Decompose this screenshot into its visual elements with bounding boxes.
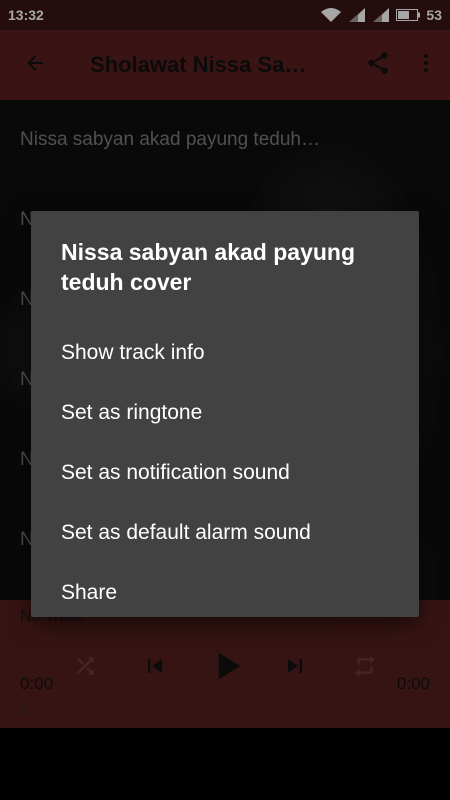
menu-item-set-notification-sound[interactable]: Set as notification sound [31, 443, 419, 503]
context-menu-dialog: Nissa sabyan akad payung teduh cover Sho… [31, 211, 419, 617]
menu-item-set-alarm-sound[interactable]: Set as default alarm sound [31, 503, 419, 563]
dialog-title: Nissa sabyan akad payung teduh cover [61, 239, 356, 295]
menu-item-set-ringtone[interactable]: Set as ringtone [31, 383, 419, 443]
menu-item-share[interactable]: Share [31, 563, 419, 623]
menu-item-show-track-info[interactable]: Show track info [31, 323, 419, 383]
